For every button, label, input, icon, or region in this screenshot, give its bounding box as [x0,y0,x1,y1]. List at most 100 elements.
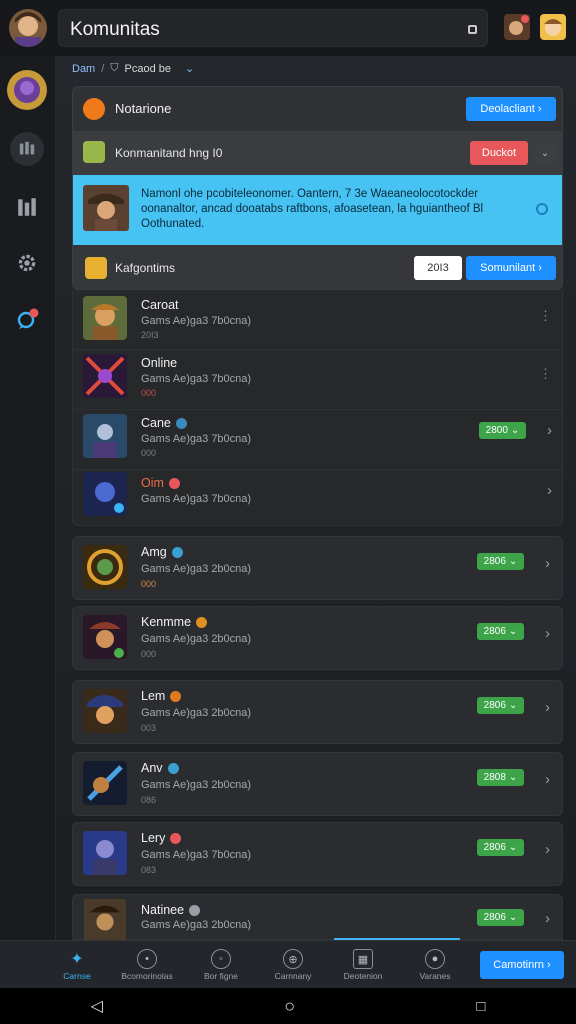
game-thumbnail [83,296,127,340]
game-card[interactable]: Amg Gams Ae)ga3 2b0cna) 000 2806 ⌄ › [72,536,563,600]
list-item[interactable]: Online Gams Ae)ga3 7b0cna) 000 ⋮ [73,350,564,410]
list-item[interactable]: Caroat Gams Ae)ga3 7b0cna) 20I3 ⋮ [73,290,564,350]
continue-button[interactable]: Camotinrn › [480,951,564,979]
price-chip[interactable]: 2808 ⌄ [477,769,524,786]
submit-button[interactable]: Somunilant › [466,256,556,280]
info-icon[interactable] [536,203,548,215]
chat-bubble-icon: • [137,949,157,969]
panel-row-notification: Notarione Deolacliant › [73,87,562,131]
panel-row-label: Konmanitand hng I0 [115,146,223,160]
price-chip[interactable]: 2806 ⌄ [477,697,524,714]
game-thumbnail [83,545,127,589]
game-name: Cane [141,416,187,430]
breadcrumb-root[interactable]: Dam [72,63,95,75]
game-card[interactable]: Natinee Gams Ae)ga3 2b0cna) 2806 ⌄ › [72,894,563,941]
game-name: Online [141,356,178,370]
game-meta: 000 [141,448,157,458]
game-subtitle: Gams Ae)ga3 2b0cna) [141,779,252,791]
game-name: Oim [141,476,180,490]
price-chip[interactable]: 2806 ⌄ [477,839,524,856]
info-notice: Namonl ohe pcobiteleonomer. Oantern, 7 3… [73,175,562,245]
tab-games[interactable]: ✦ Carnse [42,945,112,981]
globe-icon: ⊕ [283,949,303,969]
app-root: Komunitas Dam / ⛉ Pcaod be ⌄ Notarione D… [0,0,576,1024]
game-meta: 20I3 [141,330,159,340]
chevron-down-icon[interactable]: ⌄ [185,62,194,75]
community-avatar[interactable] [7,70,47,110]
notice-text: Namonl ohe pcobiteleonomer. Oantern, 7 3… [141,188,484,230]
price-chip[interactable]: 2806 ⌄ [477,553,524,570]
compass-icon: ◦ [211,949,231,969]
game-name: Natinee [141,903,201,917]
tab-community[interactable]: ⊕ Carnnany [258,945,328,981]
chevron-right-icon[interactable]: › [547,422,552,439]
verified-icon [175,417,187,429]
panel-row-categories: Kafgontims 20I3 Somunilant › [73,245,562,289]
list-item[interactable]: Oim Gams Ae)ga3 7b0cna) › [73,470,564,530]
game-meta: 083 [141,865,157,875]
recents-icon[interactable]: □ [476,998,485,1015]
game-subtitle: Gams Ae)ga3 2b0cna) [141,919,252,931]
stats-icon[interactable] [10,190,44,224]
verified-icon [167,762,179,774]
danger-button[interactable]: Duckot [470,141,528,165]
game-subtitle: Gams Ae)ga3 7b0cna) [141,315,252,327]
chat-icon[interactable] [10,302,44,336]
tab-profile[interactable]: ● Varanes [400,945,470,981]
game-subtitle: Gams Ae)ga3 7b0cna) [141,373,252,385]
settings-gear-icon[interactable] [10,246,44,280]
settings-panel: Notarione Deolacliant › Konmanitand hng … [72,86,563,290]
more-icon[interactable]: ⋮ [539,308,552,324]
dropdown-toggle[interactable]: ⌄ [534,143,556,163]
chevron-right-icon[interactable]: › [545,771,550,788]
back-icon[interactable]: ◁ [91,996,103,1016]
game-card[interactable]: Lem Gams Ae)ga3 2b0cna) 003 2806 ⌄ › [72,680,563,744]
game-thumbnail [83,472,127,516]
price-chip[interactable]: 2806 ⌄ [477,623,524,640]
notification-avatar[interactable] [504,14,530,40]
game-name: Amg [141,545,183,559]
library-icon[interactable] [10,132,44,166]
breadcrumb-separator: / [101,62,105,75]
panel-row-label: Kafgontims [115,261,176,275]
game-thumbnail [83,354,127,398]
chevron-right-icon[interactable]: › [545,555,550,572]
game-subtitle: Gams Ae)ga3 2b0cna) [141,563,252,575]
list-item[interactable]: Cane Gams Ae)ga3 7b0cna) 000 2800 ⌄ › [73,410,564,470]
profile-avatar[interactable] [540,14,566,40]
panel-row-community: Konmanitand hng I0 Duckot ⌄ [73,131,562,175]
game-subtitle: Gams Ae)ga3 2b0cna) [141,633,252,645]
chevron-right-icon[interactable]: › [545,699,550,716]
user-avatar[interactable] [9,9,47,47]
user-icon: ● [425,949,445,969]
game-subtitle: Gams Ae)ga3 2b0cna) [141,707,252,719]
home-icon[interactable]: ○ [284,996,295,1017]
top-bar: Komunitas [0,0,576,56]
tab-discover[interactable]: ◦ Bor figne [186,945,256,981]
star-icon [170,690,182,702]
game-list: Caroat Gams Ae)ga3 7b0cna) 20I3 ⋮ Online… [72,290,564,526]
chevron-right-icon[interactable]: › [545,625,550,642]
price-chip[interactable]: 2806 ⌄ [477,909,524,926]
stop-icon[interactable] [468,25,477,34]
game-card[interactable]: Anv Gams Ae)ga3 2b0cna) 086 2808 ⌄ › [72,752,563,816]
star-icon [196,616,208,628]
game-card[interactable]: Lery Gams Ae)ga3 7b0cna) 083 2806 ⌄ › [72,822,563,886]
more-icon[interactable]: ⋮ [539,366,552,382]
year-input[interactable]: 20I3 [414,256,462,280]
shield-icon: ⛉ [110,62,119,74]
breadcrumb-current: Pcaod be [124,62,172,75]
alert-icon [170,832,182,844]
title-field[interactable]: Komunitas [58,9,488,47]
tab-messages[interactable]: • Bcomorinolas [112,945,182,981]
panel-row-label: Notarione [115,101,172,116]
chevron-right-icon[interactable]: › [545,841,550,858]
price-chip[interactable]: 2800 ⌄ [479,422,526,439]
info-icon [189,904,201,916]
alert-icon [168,477,180,489]
panel-row-button[interactable]: Deolacliant › [466,97,556,121]
tab-notifications[interactable]: ▦ Deotenion [328,945,398,981]
chevron-right-icon[interactable]: › [547,482,552,499]
game-card[interactable]: Kenmme Gams Ae)ga3 2b0cna) 000 2806 ⌄ › [72,606,563,670]
chevron-right-icon[interactable]: › [545,910,550,927]
